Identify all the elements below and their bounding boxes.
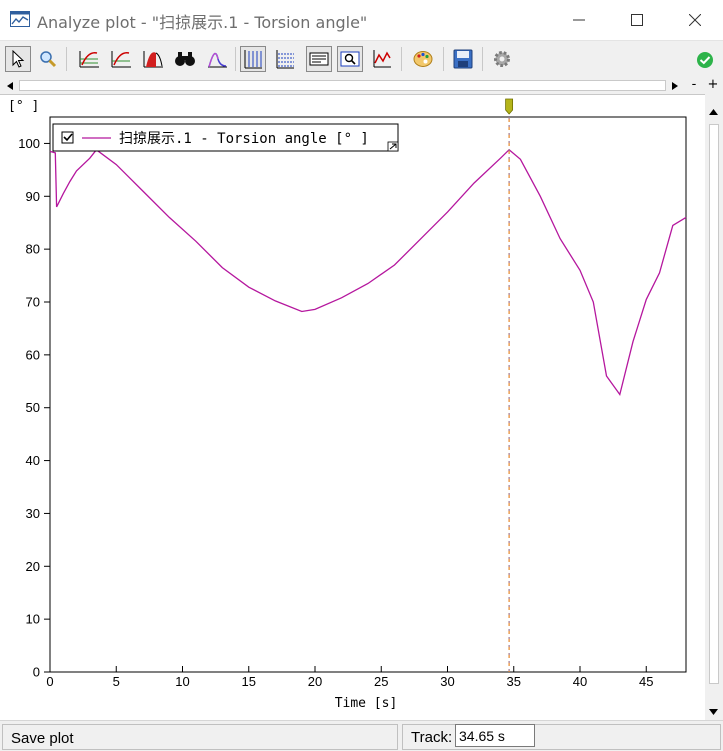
expand-arrow-icon[interactable] xyxy=(387,141,399,152)
save-disk-icon xyxy=(453,49,473,69)
torsion-angle-chart[interactable]: [° ] 0 10 20 30 40 50 60 70 80 90 100 0 5 10 15 20 25 30… xyxy=(0,95,705,721)
arrow-right-icon xyxy=(672,81,678,90)
x-tick-label: 25 xyxy=(374,674,388,689)
title-bar: Analyze plot - "扫掠展示.1 - Torsion angle" xyxy=(0,0,723,40)
y-tick-label: 0 xyxy=(33,665,40,680)
binoculars-button[interactable] xyxy=(172,46,198,72)
plot-frame xyxy=(49,116,687,673)
minimize-button[interactable] xyxy=(556,8,602,32)
curve-fit-alt-button[interactable] xyxy=(108,46,134,72)
arrow-left-icon xyxy=(7,81,13,90)
chart-window-icon xyxy=(10,11,30,27)
track-value-field[interactable]: 34.65 s xyxy=(455,724,535,747)
y-axis-ticks: 0 10 20 30 40 50 60 70 80 90 100 xyxy=(18,136,50,680)
horizontal-scrollbar[interactable]: - + xyxy=(0,77,723,94)
vertical-scroll-track[interactable] xyxy=(709,124,719,684)
toolbar-separator xyxy=(443,47,444,71)
x-tick-label: 10 xyxy=(175,674,189,689)
minimize-icon xyxy=(573,19,585,21)
track-cursor-handle[interactable] xyxy=(505,98,514,115)
legend-icon xyxy=(309,52,329,66)
status-bar: Save plot Track: 34.65 s xyxy=(0,720,723,751)
x-tick-label: 45 xyxy=(639,674,653,689)
arrow-down-icon xyxy=(709,709,718,715)
gear-button[interactable] xyxy=(489,46,515,72)
select-pointer-icon xyxy=(12,50,25,68)
y-tick-label: 70 xyxy=(26,295,40,310)
vertical-grid-icon xyxy=(244,50,262,69)
status-message: Save plot xyxy=(11,730,74,747)
close-button[interactable] xyxy=(672,8,718,32)
maximize-icon xyxy=(631,14,643,26)
toolbar-separator xyxy=(482,47,483,71)
axis-chart-button[interactable] xyxy=(369,46,395,72)
zoom-in-button[interactable]: + xyxy=(705,77,721,94)
x-tick-label: 5 xyxy=(113,674,120,689)
y-tick-label: 90 xyxy=(26,189,40,204)
legend-checkbox[interactable] xyxy=(61,131,74,144)
legend-label: 扫掠展示.1 - Torsion angle [° ] xyxy=(119,131,369,147)
y-tick-label: 30 xyxy=(26,506,40,521)
x-axis-label: Time [s] xyxy=(335,696,398,711)
zoom-out-button[interactable]: - xyxy=(686,77,702,94)
plot-area: [° ] 0 10 20 30 40 50 60 70 80 90 100 0 5 10 15 20 25 30… xyxy=(0,94,705,720)
x-tick-label: 15 xyxy=(242,674,256,689)
magnifier-icon xyxy=(40,51,57,68)
binoculars-icon xyxy=(175,52,195,66)
magnifier-button[interactable] xyxy=(35,46,61,72)
gear-icon xyxy=(494,51,510,67)
toolbar xyxy=(0,40,723,77)
x-tick-label: 0 xyxy=(46,674,53,689)
y-tick-label: 50 xyxy=(26,400,40,415)
track-label: Track: xyxy=(411,729,453,746)
maximize-button[interactable] xyxy=(614,8,660,32)
toolbar-separator xyxy=(401,47,402,71)
peak-button[interactable] xyxy=(204,46,230,72)
check-circle-icon xyxy=(697,52,713,68)
y-tick-label: 20 xyxy=(26,559,40,574)
legend[interactable]: 扫掠展示.1 - Torsion angle [° ] xyxy=(52,123,399,152)
legend-button[interactable] xyxy=(306,46,332,72)
select-pointer-button[interactable] xyxy=(5,46,31,72)
scroll-track[interactable] xyxy=(19,80,666,91)
palette-button[interactable] xyxy=(410,46,436,72)
area-fill-button[interactable] xyxy=(140,46,166,72)
toolbar-separator xyxy=(235,47,236,71)
zoom-window-icon xyxy=(340,51,360,67)
x-tick-label: 30 xyxy=(440,674,454,689)
close-icon xyxy=(689,14,701,26)
palette-icon xyxy=(413,51,433,67)
arrow-up-icon xyxy=(709,109,718,115)
horizontal-grid-icon xyxy=(276,50,294,69)
x-tick-label: 35 xyxy=(507,674,521,689)
window-title: Analyze plot - "扫掠展示.1 - Torsion angle" xyxy=(37,13,368,32)
horizontal-grid-button[interactable] xyxy=(272,46,298,72)
toolbar-separator xyxy=(66,47,67,71)
x-tick-label: 20 xyxy=(308,674,322,689)
vertical-grid-button[interactable] xyxy=(240,46,266,72)
y-axis-label: [° ] xyxy=(8,99,39,114)
scroll-up-button[interactable] xyxy=(709,102,718,120)
zoom-window-button[interactable] xyxy=(337,46,363,72)
vertical-scrollbar[interactable] xyxy=(705,94,723,720)
save-disk-button[interactable] xyxy=(450,46,476,72)
scroll-right-button[interactable] xyxy=(667,78,683,93)
peak-icon xyxy=(208,52,227,68)
y-tick-label: 100 xyxy=(18,136,40,151)
axis-chart-icon xyxy=(373,50,391,68)
y-tick-label: 80 xyxy=(26,242,40,257)
scroll-left-button[interactable] xyxy=(2,78,18,93)
area-fill-icon xyxy=(143,51,163,68)
y-tick-label: 60 xyxy=(26,347,40,362)
x-tick-label: 40 xyxy=(573,674,587,689)
y-tick-label: 40 xyxy=(26,453,40,468)
curve-fit-alt-icon xyxy=(111,51,131,68)
curve-fit-icon xyxy=(79,51,99,68)
y-tick-label: 10 xyxy=(26,612,40,627)
status-message-panel: Save plot xyxy=(2,724,398,750)
curve-fit-button[interactable] xyxy=(76,46,102,72)
scroll-down-button[interactable] xyxy=(709,702,718,720)
